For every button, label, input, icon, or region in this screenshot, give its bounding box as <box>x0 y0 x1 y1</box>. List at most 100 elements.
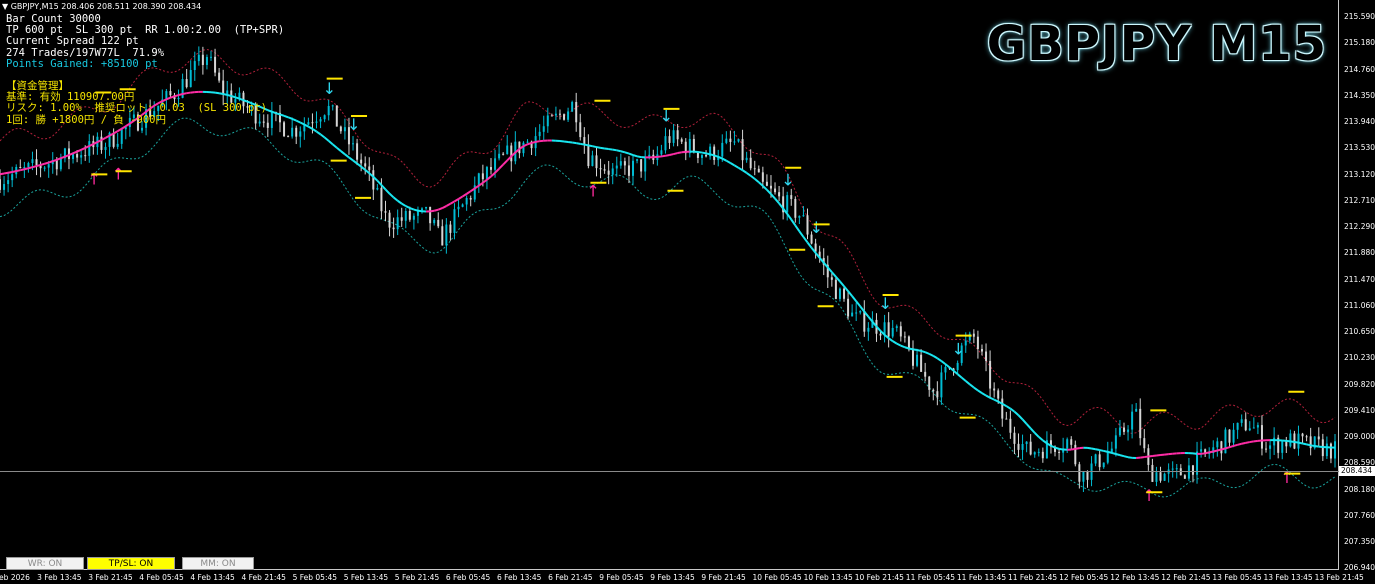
price-tick: 211.060 <box>1344 300 1375 310</box>
time-tick: 3 Feb 21:45 <box>88 573 133 582</box>
candle-body <box>1187 465 1190 479</box>
moving-average-segment <box>733 164 740 169</box>
candle-body <box>855 312 858 314</box>
moving-average-segment <box>80 147 86 151</box>
candle-body <box>733 141 736 143</box>
moving-average-segment <box>632 154 638 158</box>
candle-body <box>1305 436 1308 438</box>
moving-average-segment <box>271 110 277 115</box>
moving-average-segment <box>527 141 532 146</box>
moving-average-segment <box>457 195 464 200</box>
moving-average-segment <box>770 193 776 200</box>
moving-average-segment <box>677 151 682 155</box>
moving-average-segment <box>673 152 678 156</box>
price-tick: 214.350 <box>1344 90 1375 100</box>
time-tick: 13 Feb 13:45 <box>1263 573 1313 582</box>
candle-body <box>989 360 992 389</box>
candle-body <box>778 192 781 197</box>
candle-body <box>587 145 590 167</box>
moving-average-segment <box>453 198 460 203</box>
moving-average-segment <box>847 290 853 297</box>
moving-average-segment <box>1290 440 1295 443</box>
candle-body <box>538 131 541 137</box>
candle-body <box>1159 472 1162 481</box>
time-axis[interactable]: 3 Feb 2026 3 Feb 13:45 3 Feb 21:45 4 Feb 05… <box>0 570 1364 584</box>
moving-average-segment <box>786 213 793 221</box>
moving-average-segment <box>665 154 670 157</box>
moving-average-segment <box>323 136 330 142</box>
candle-body <box>307 122 310 125</box>
moving-average-segment <box>332 143 338 149</box>
candle-body <box>1078 464 1081 482</box>
candle-body <box>769 185 772 189</box>
candle-body <box>928 376 931 390</box>
moving-average-segment <box>72 150 78 155</box>
moving-average-segment <box>20 168 25 172</box>
candle-body <box>903 336 906 338</box>
moving-average-segment <box>466 190 472 195</box>
wr-toggle-button[interactable]: WR: ON <box>6 557 84 570</box>
moving-average-segment <box>441 205 447 209</box>
moving-average-segment <box>7 170 13 174</box>
moving-average-segment <box>604 147 609 151</box>
points-gained: Points Gained: +85100 pt <box>6 57 158 70</box>
candle-body <box>916 354 919 366</box>
moving-average-segment <box>584 143 589 147</box>
candle-body <box>615 165 618 169</box>
moving-average-segment <box>1091 447 1096 451</box>
candle-body <box>1135 408 1138 412</box>
candle-body <box>425 206 428 209</box>
dropdown-triangle-icon[interactable]: ▼ <box>2 2 8 11</box>
candle-body <box>802 215 805 217</box>
moving-average-segment <box>1103 449 1108 453</box>
candle-body <box>1220 441 1223 454</box>
candle-body <box>380 187 383 212</box>
moving-average-segment <box>855 300 862 308</box>
moving-average-segment <box>1221 447 1226 451</box>
moving-average-segment <box>746 172 752 177</box>
moving-average-segment <box>928 352 934 357</box>
mm-toggle-button[interactable]: MM: ON <box>182 557 254 570</box>
candle-body <box>729 138 732 142</box>
candle-body <box>1094 454 1097 464</box>
mm-per-trade: 1回: 勝 +1800円 / 負 -900円 <box>6 113 166 126</box>
candle-body <box>579 122 582 138</box>
moving-average-segment <box>616 149 622 153</box>
moving-average-segment <box>896 342 902 347</box>
moving-average-segment <box>965 380 971 386</box>
chart-title: GBPJPY M15 <box>986 16 1327 72</box>
candle-body <box>834 279 837 299</box>
moving-average-segment <box>831 271 837 278</box>
moving-average-segment <box>944 363 951 369</box>
moving-average-segment <box>76 148 82 153</box>
mm-risk: リスク: 1.00% 推奨ロット: 0.03 (SL 300 pt) <box>6 102 268 115</box>
tp-sl-toggle-button[interactable]: TP/SL: ON <box>87 557 175 570</box>
moving-average-segment <box>839 280 845 287</box>
moving-average-segment <box>40 162 45 166</box>
candle-body <box>283 122 286 137</box>
candle-body <box>636 159 639 161</box>
time-tick: 10 Feb 21:45 <box>854 573 904 582</box>
moving-average-segment <box>1017 414 1024 421</box>
candle-body <box>713 146 716 161</box>
current-price-line <box>0 471 1339 472</box>
candle-body <box>1139 408 1142 439</box>
moving-average-segment <box>1075 447 1080 450</box>
moving-average-segment <box>490 172 496 178</box>
candle-body <box>936 391 939 398</box>
candle-body <box>1334 441 1336 459</box>
moving-average-segment <box>1148 455 1153 458</box>
buy-arrow-icon: ↑ <box>586 181 599 200</box>
candle-body <box>619 161 622 166</box>
price-axis[interactable]: 215.590 215.180 214.760 214.350 213.940 213.5… <box>1340 0 1375 584</box>
candle-body <box>23 167 26 169</box>
candle-body <box>59 158 62 170</box>
candle-body <box>851 312 854 317</box>
moving-average-segment <box>798 230 805 238</box>
moving-average-segment <box>405 205 411 209</box>
moving-average-segment <box>352 159 358 165</box>
candle-body <box>376 187 379 190</box>
candle-body <box>287 136 290 138</box>
candle-body <box>116 143 119 147</box>
candle-body <box>433 219 436 224</box>
